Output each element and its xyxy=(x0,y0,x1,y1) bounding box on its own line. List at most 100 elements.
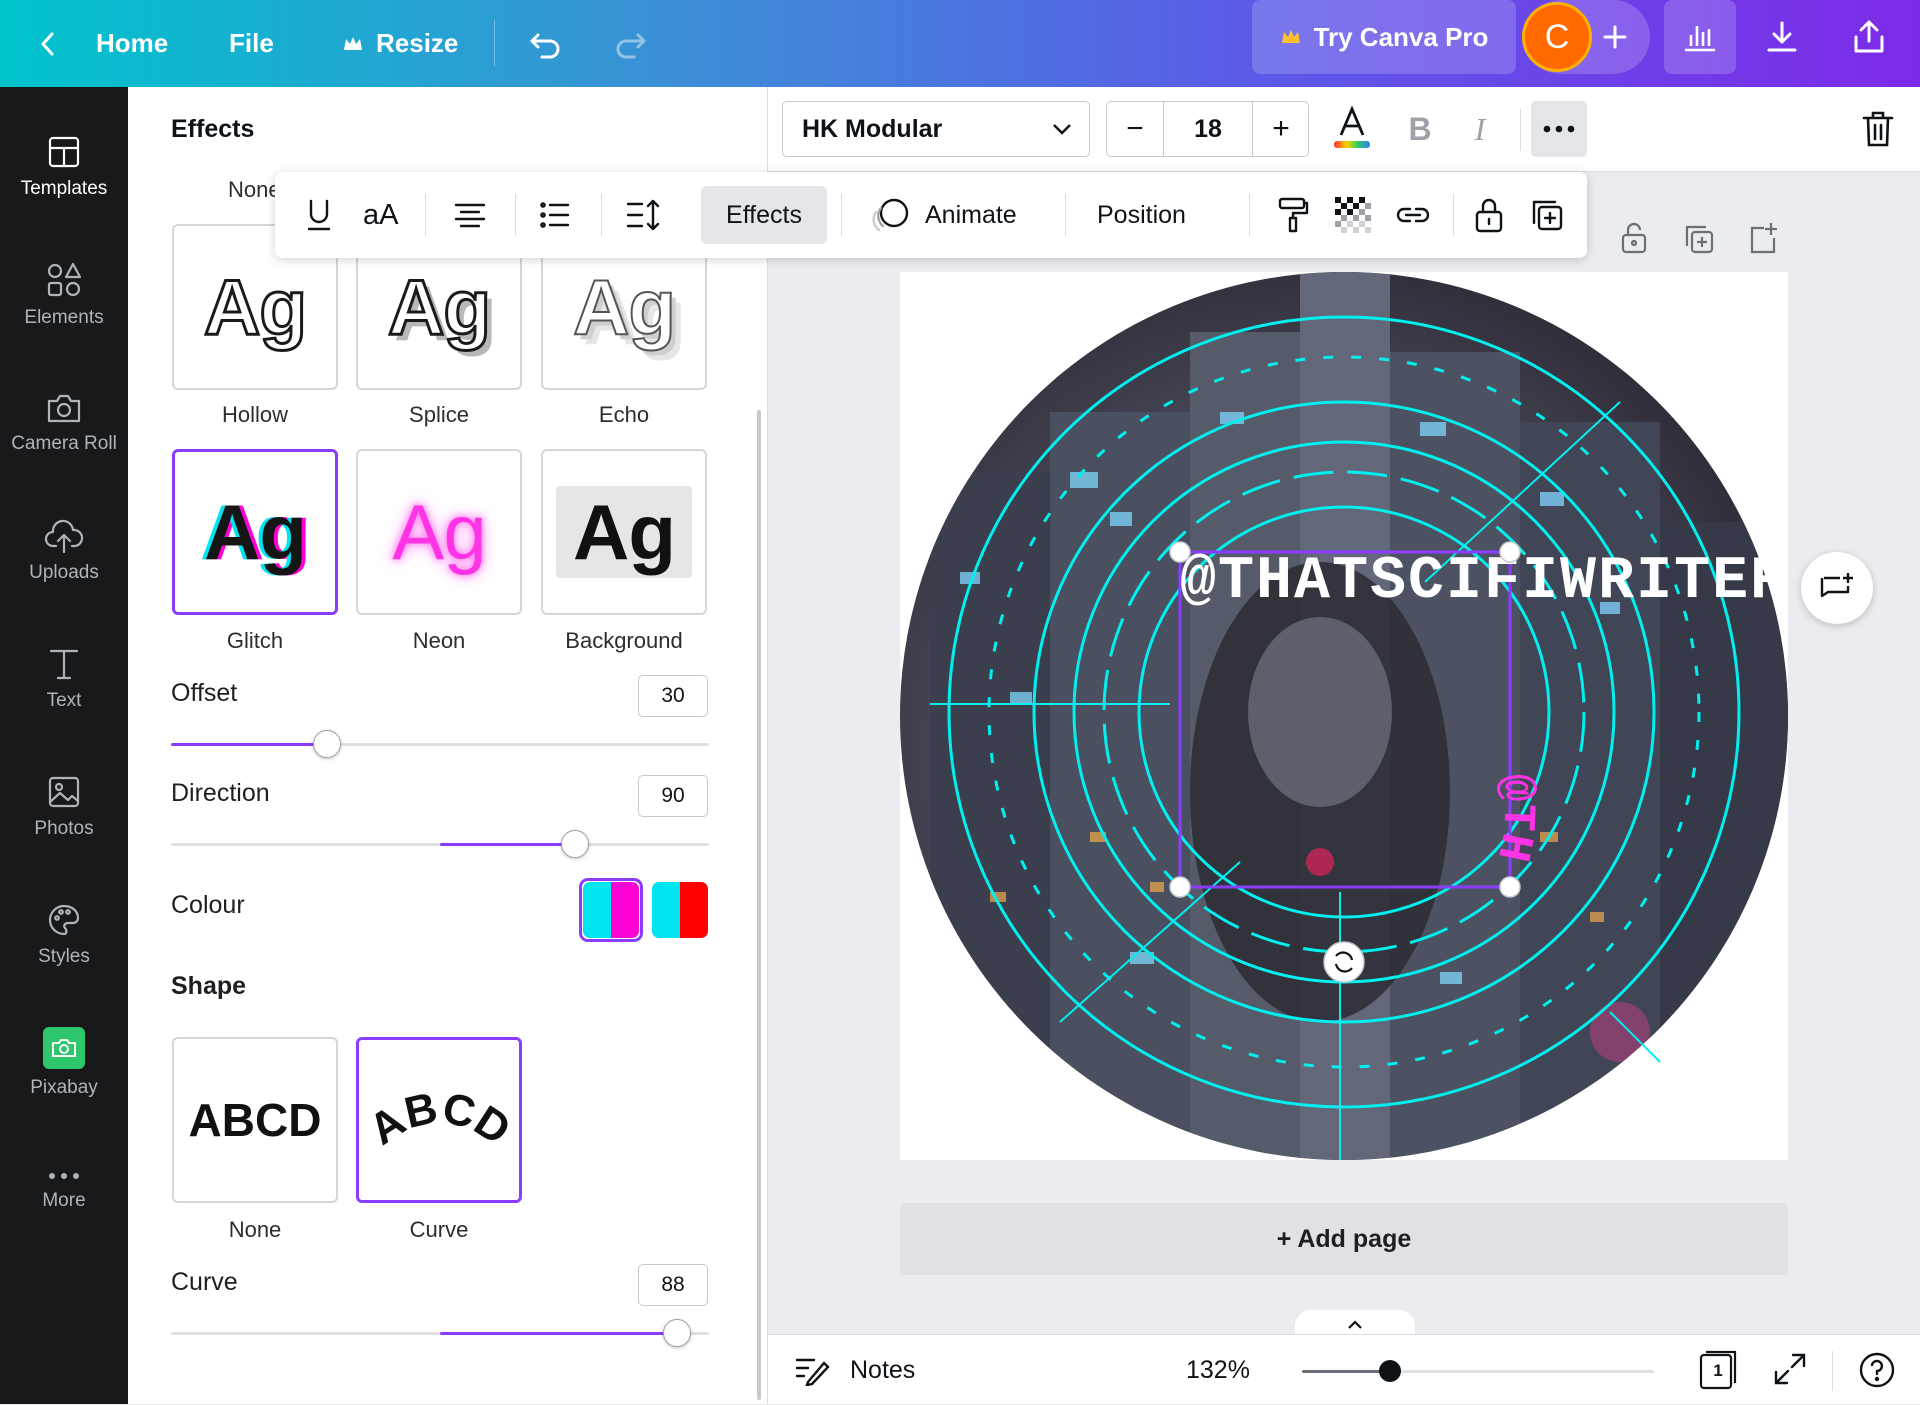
position-button[interactable]: Position xyxy=(1097,172,1186,258)
effect-glitch-card[interactable]: Ag xyxy=(172,449,338,615)
offset-slider-thumb[interactable] xyxy=(313,730,342,758)
rail-templates[interactable]: Templates xyxy=(0,117,128,217)
try-pro-label: Try Canva Pro xyxy=(1313,21,1489,52)
transparency-button[interactable] xyxy=(1335,172,1371,258)
add-comment-button[interactable] xyxy=(1801,552,1873,624)
direction-slider[interactable] xyxy=(171,830,709,858)
fullscreen-button[interactable] xyxy=(1772,1351,1808,1392)
rotate-handle[interactable] xyxy=(1323,941,1365,983)
panel-scrollbar[interactable] xyxy=(757,410,761,1400)
duplicate-element-button[interactable] xyxy=(1529,172,1565,258)
add-page-icon xyxy=(1750,223,1777,254)
zoom-slider-thumb[interactable] xyxy=(1379,1360,1401,1382)
rail-styles[interactable]: Styles xyxy=(0,885,128,985)
copy-style-button[interactable] xyxy=(1277,172,1309,258)
add-page-icon-button[interactable] xyxy=(1746,220,1780,261)
redo-button[interactable] xyxy=(612,0,648,87)
insights-button[interactable] xyxy=(1664,0,1736,74)
glitch-sample: Ag xyxy=(204,487,307,576)
bar-chart-icon xyxy=(1685,26,1715,52)
list-button[interactable] xyxy=(539,172,571,258)
italic-button[interactable]: I xyxy=(1458,101,1502,157)
lock-element-button[interactable] xyxy=(1473,172,1505,258)
zoom-percent[interactable]: 132% xyxy=(1186,1335,1250,1405)
effect-neon-card[interactable]: Ag xyxy=(356,449,522,615)
offset-input[interactable]: 30 xyxy=(638,675,708,717)
more-options-button[interactable] xyxy=(1531,101,1587,157)
bold-button[interactable]: B xyxy=(1398,101,1442,157)
letter-case-button[interactable]: aA xyxy=(363,172,398,258)
offset-slider[interactable] xyxy=(171,730,709,758)
resize-handle[interactable] xyxy=(1169,876,1191,898)
curve-slider-thumb[interactable] xyxy=(662,1319,691,1347)
rail-label: More xyxy=(42,1190,86,1211)
share-button[interactable] xyxy=(1852,0,1886,74)
download-button[interactable] xyxy=(1766,0,1798,74)
curve-slider[interactable] xyxy=(171,1319,709,1347)
shape-curve-card[interactable]: ABCD xyxy=(356,1037,522,1203)
curve-slider-fill xyxy=(440,1332,677,1335)
design-page[interactable]: @THATSCIFIWRITER @THATSCIFIWRITER xyxy=(886,234,1788,1160)
comment-add-icon xyxy=(1820,573,1853,598)
splice-sample: Ag xyxy=(387,261,493,352)
resize-button[interactable]: Resize xyxy=(342,0,458,87)
resize-handle[interactable] xyxy=(1169,541,1191,563)
font-size-input[interactable]: 18 xyxy=(1164,102,1252,156)
rail-text[interactable]: Text xyxy=(0,629,128,729)
straight-text-element[interactable]: @THATSCIFIWRITER xyxy=(1180,548,1788,616)
rail-photos[interactable]: Photos xyxy=(0,757,128,857)
text-color-icon xyxy=(1334,105,1370,148)
file-menu-button[interactable]: File xyxy=(229,0,274,87)
design-canvas[interactable]: @THATSCIFIWRITER @THATSCIFIWRITER xyxy=(886,234,1788,1160)
font-size-decrease-button[interactable]: − xyxy=(1107,102,1163,156)
text-color-button[interactable] xyxy=(1328,101,1376,157)
delete-button[interactable] xyxy=(1860,109,1900,153)
transparency-icon xyxy=(1335,197,1371,233)
rail-pixabay[interactable]: Pixabay xyxy=(0,1013,128,1113)
context-toolbar: aA Effects Animate Position xyxy=(275,172,1587,258)
direction-label: Direction xyxy=(171,779,270,807)
line-spacing-icon xyxy=(626,199,660,231)
none-style-label-partial: None xyxy=(228,177,281,202)
page-count-button[interactable]: 1 xyxy=(1698,1349,1738,1391)
rail-uploads[interactable]: Uploads xyxy=(0,501,128,601)
colour-swatch-primary[interactable] xyxy=(583,882,639,938)
undo-button[interactable] xyxy=(528,0,564,87)
rail-label: Camera Roll xyxy=(11,433,117,454)
lock-page-button[interactable] xyxy=(1618,220,1650,261)
rail-elements[interactable]: Elements xyxy=(0,245,128,345)
zoom-slider[interactable] xyxy=(1302,1360,1654,1382)
animate-button[interactable]: Animate xyxy=(871,172,1017,258)
effect-label: Neon xyxy=(412,628,466,653)
align-center-button[interactable] xyxy=(453,172,487,258)
link-icon xyxy=(1396,207,1430,223)
help-button[interactable] xyxy=(1858,1351,1896,1394)
font-size-increase-button[interactable]: + xyxy=(1253,102,1309,156)
underline-button[interactable] xyxy=(305,172,333,258)
direction-input[interactable]: 90 xyxy=(638,775,708,817)
shape-label: Shape xyxy=(171,972,247,1000)
notes-icon xyxy=(795,1358,830,1386)
colour-swatch-secondary[interactable] xyxy=(652,882,708,938)
duplicate-page-button[interactable] xyxy=(1682,222,1716,261)
invite-button[interactable] xyxy=(1600,0,1630,74)
effect-background-card[interactable]: Ag xyxy=(541,449,707,615)
rail-camera-roll[interactable]: Camera Roll xyxy=(0,373,128,473)
try-canva-pro-button[interactable]: Try Canva Pro xyxy=(1252,0,1516,74)
direction-slider-thumb[interactable] xyxy=(560,830,589,858)
avatar[interactable]: C xyxy=(1522,2,1592,72)
effects-button[interactable]: Effects xyxy=(701,186,827,244)
link-button[interactable] xyxy=(1393,172,1433,258)
divider xyxy=(1065,194,1066,236)
add-page-button[interactable]: + Add page xyxy=(900,1203,1788,1275)
home-button[interactable]: Home xyxy=(36,0,168,87)
notes-button[interactable]: Notes xyxy=(794,1335,915,1405)
rail-more[interactable]: More xyxy=(0,1141,128,1241)
lock-icon xyxy=(1621,222,1647,254)
spacing-button[interactable] xyxy=(625,172,661,258)
font-family-dropdown[interactable]: HK Modular xyxy=(782,101,1090,157)
resize-handle[interactable] xyxy=(1499,876,1521,898)
resize-handle[interactable] xyxy=(1499,541,1521,563)
shape-none-card[interactable]: ABCD xyxy=(172,1037,338,1203)
curve-input[interactable]: 88 xyxy=(638,1264,708,1306)
